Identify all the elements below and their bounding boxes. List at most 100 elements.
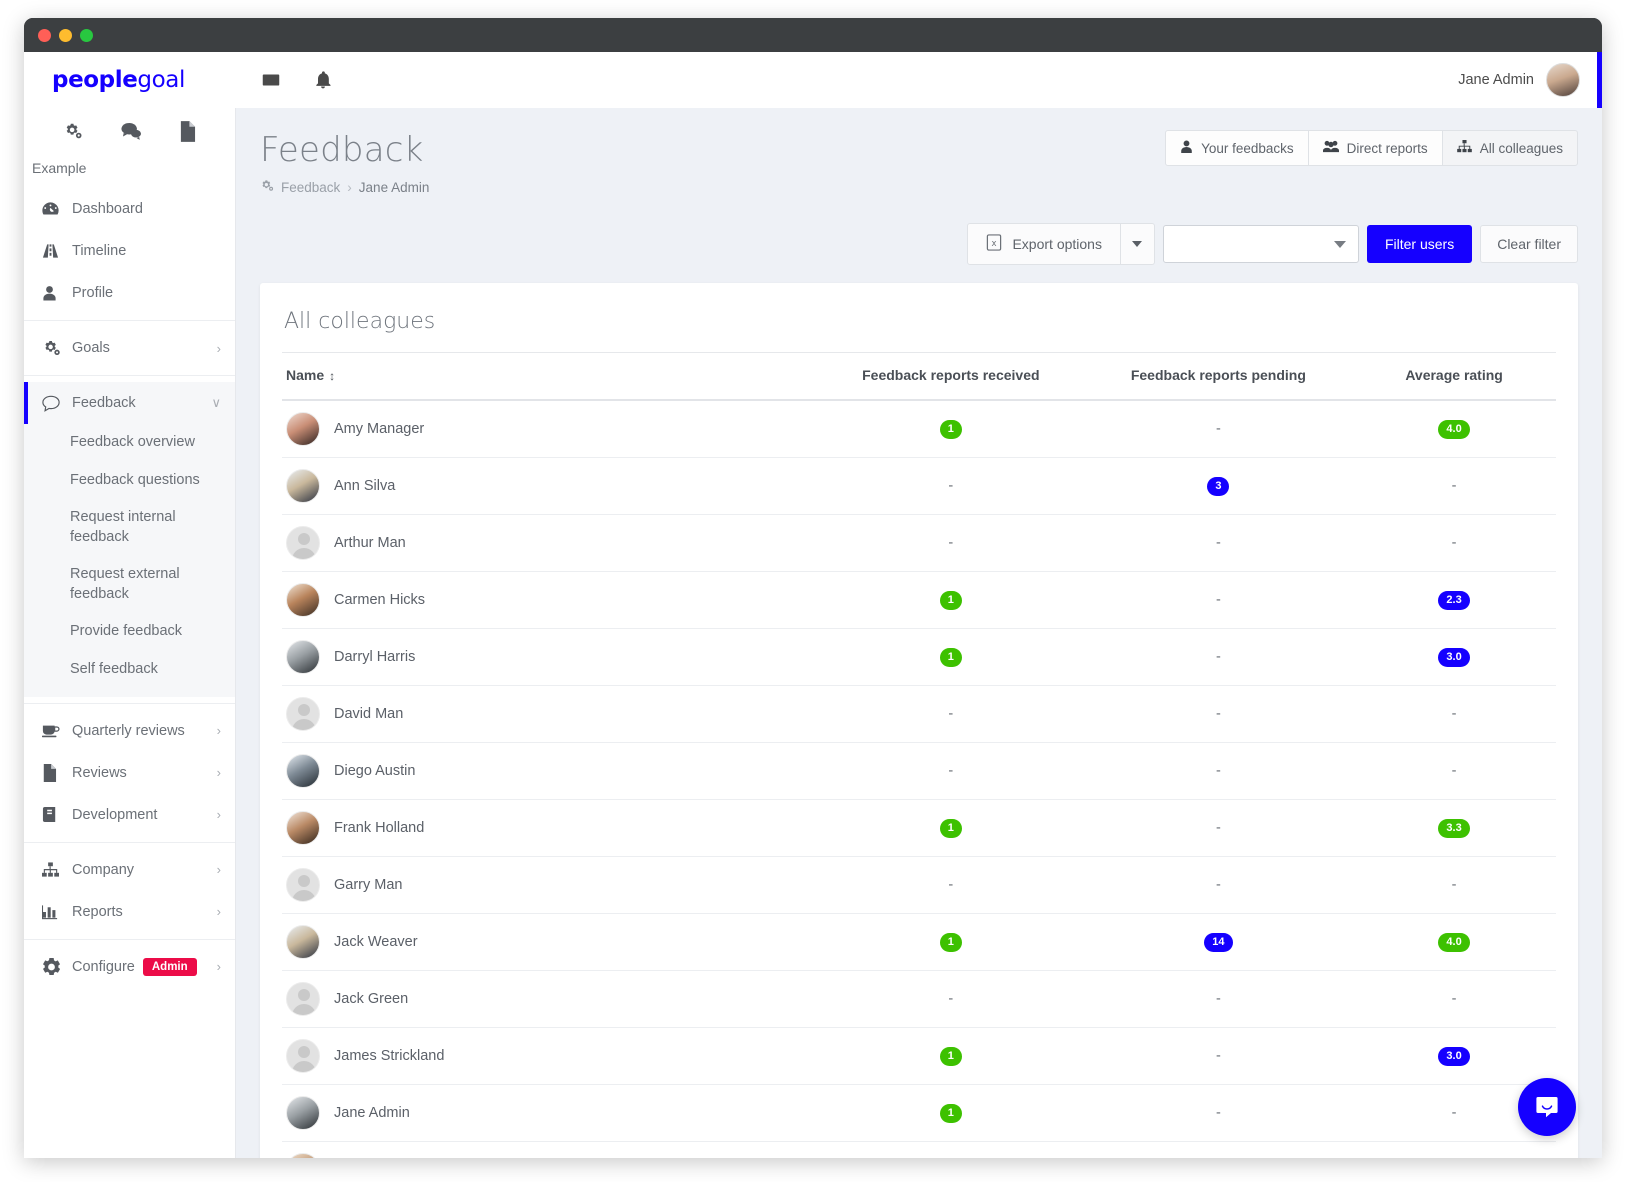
table-row[interactable]: Joe Employee342.6 [282, 1142, 1556, 1158]
sidebar-group-goals: Goals › [24, 320, 235, 375]
cell-reports-received: 1 [817, 800, 1085, 857]
sidebar-item-self-feedback[interactable]: Self feedback [24, 651, 235, 689]
table-row[interactable]: James Strickland 1 - 3.0 [282, 1028, 1556, 1085]
sidebar-item-profile[interactable]: Profile [24, 272, 235, 314]
empty-value: - [1215, 877, 1221, 893]
person: James Strickland [282, 1039, 817, 1073]
sitemap-icon [1456, 140, 1472, 156]
status-badge: 1 [939, 1046, 962, 1066]
sidebar-item-dashboard[interactable]: Dashboard [24, 188, 235, 230]
window-close-button[interactable] [38, 28, 51, 42]
window-maximize-button[interactable] [80, 28, 93, 42]
table-row[interactable]: Darryl Harris 1 - 3.0 [282, 629, 1556, 686]
cell-reports-received: 1 [817, 629, 1085, 686]
table-row[interactable]: Carmen Hicks 1 - 2.3 [282, 572, 1556, 629]
table-row[interactable]: Jane Admin 1 - - [282, 1085, 1556, 1142]
sidebar-item-feedback[interactable]: Feedback ∨ [24, 382, 235, 424]
book-icon [42, 806, 68, 823]
export-options-dropdown-toggle[interactable] [1120, 223, 1155, 265]
sidebar-item-reviews[interactable]: Reviews › [24, 752, 235, 794]
table-row[interactable]: Garry Man - - - [282, 857, 1556, 914]
sidebar-item-label: Company [72, 861, 135, 878]
sidebar-item-label: Development [72, 806, 158, 823]
colleagues-card: All colleagues Name ↕ Feedback reports re… [260, 283, 1578, 1158]
sidebar-item-reports[interactable]: Reports › [24, 891, 235, 933]
cell-reports-pending: 14 [1085, 914, 1353, 971]
chevron-down-icon [1333, 240, 1346, 248]
main-content: Feedback Feedback › Jane Admin Your feed… [236, 108, 1602, 1158]
cell-reports-received: - [817, 971, 1085, 1028]
avatar[interactable] [1546, 63, 1580, 97]
page-title: Feedback [260, 130, 424, 170]
topbar-accent-edge [1597, 52, 1602, 108]
export-options-group: x Export options [967, 223, 1155, 265]
your-feedbacks-button[interactable]: Your feedbacks [1165, 130, 1309, 166]
excel-icon: x [986, 234, 1002, 254]
gears-icon[interactable] [63, 122, 83, 140]
table-row[interactable]: Jack Green - - - [282, 971, 1556, 1028]
empty-value: - [1215, 1048, 1221, 1064]
status-badge: 1 [939, 590, 962, 610]
button-label: Direct reports [1346, 140, 1428, 156]
filter-users-button[interactable]: Filter users [1366, 225, 1473, 263]
person: David Man [282, 697, 817, 731]
cell-reports-pending: - [1085, 1028, 1353, 1085]
all-colleagues-button[interactable]: All colleagues [1441, 130, 1578, 166]
envelope-icon[interactable] [258, 67, 284, 93]
table-row[interactable]: Amy Manager 1 - 4.0 [282, 400, 1556, 458]
user-filter-select[interactable] [1162, 225, 1359, 263]
sidebar-item-feedback-overview[interactable]: Feedback overview [24, 424, 235, 462]
sidebar-item-request-external-feedback[interactable]: Request external feedback [24, 556, 235, 613]
table-body: Amy Manager 1 - 4.0 Ann Silva - 3 - Arthur Man - -… [282, 400, 1556, 1158]
clear-filter-button[interactable]: Clear filter [1480, 225, 1578, 263]
sidebar-item-quarterly-reviews[interactable]: Quarterly reviews › [24, 710, 235, 752]
avatar [286, 697, 320, 731]
sidebar-item-timeline[interactable]: Timeline [24, 230, 235, 272]
speedometer-icon [42, 201, 68, 217]
user-name-label: Jane Admin [1458, 72, 1534, 88]
table-row[interactable]: Frank Holland 1 - 3.3 [282, 800, 1556, 857]
sidebar-item-configure[interactable]: Configure Admin › [24, 946, 235, 988]
sidebar-item-company[interactable]: Company › [24, 849, 235, 891]
column-header-name[interactable]: Name ↕ [282, 352, 818, 401]
direct-reports-button[interactable]: Direct reports [1307, 130, 1443, 166]
sidebar-item-label: Profile [72, 285, 114, 301]
empty-value: - [948, 877, 954, 893]
breadcrumb-root[interactable]: Feedback [281, 180, 340, 195]
empty-value: - [948, 991, 954, 1007]
avatar [286, 1096, 320, 1130]
sidebar-item-feedback-questions[interactable]: Feedback questions [24, 462, 235, 500]
document-icon[interactable] [179, 120, 196, 142]
topbar-user[interactable]: Jane Admin [1458, 63, 1602, 97]
table-row[interactable]: Jack Weaver 1 14 4.0 [282, 914, 1556, 971]
avatar [286, 982, 320, 1016]
chat-widget-button[interactable] [1518, 1078, 1576, 1136]
sidebar-item-goals[interactable]: Goals › [24, 327, 235, 369]
cell-name: Darryl Harris [282, 629, 817, 686]
comments-icon[interactable] [120, 121, 142, 141]
export-options-button[interactable]: x Export options [967, 223, 1121, 265]
sidebar-item-label: Reports [72, 903, 123, 920]
table-row[interactable]: Arthur Man - - - [282, 515, 1556, 572]
table-row[interactable]: Ann Silva - 3 - [282, 458, 1556, 515]
bell-icon[interactable] [310, 67, 336, 93]
person-name: Carmen Hicks [334, 592, 426, 608]
cell-reports-pending: - [1085, 400, 1353, 458]
person: Joe Employee [282, 1153, 817, 1158]
status-badge: 1 [939, 419, 962, 439]
status-badge: 4.0 [1438, 932, 1470, 952]
app-logo[interactable]: peoplegoal [24, 67, 236, 93]
sidebar-item-request-internal-feedback[interactable]: Request internal feedback [24, 499, 235, 556]
cell-name: Jane Admin [282, 1085, 817, 1142]
sidebar-item-provide-feedback[interactable]: Provide feedback [24, 613, 235, 651]
sidebar-item-development[interactable]: Development › [24, 794, 235, 836]
window-minimize-button[interactable] [59, 28, 72, 42]
cell-reports-pending: - [1085, 971, 1353, 1028]
table-row[interactable]: David Man - - - [282, 686, 1556, 743]
cell-reports-pending: - [1085, 743, 1353, 800]
table-row[interactable]: Diego Austin - - - [282, 743, 1556, 800]
person-name: Amy Manager [334, 421, 425, 437]
sort-icon[interactable]: ↕ [329, 369, 335, 383]
cell-reports-received: 1 [817, 400, 1085, 458]
empty-value: - [1215, 706, 1221, 722]
